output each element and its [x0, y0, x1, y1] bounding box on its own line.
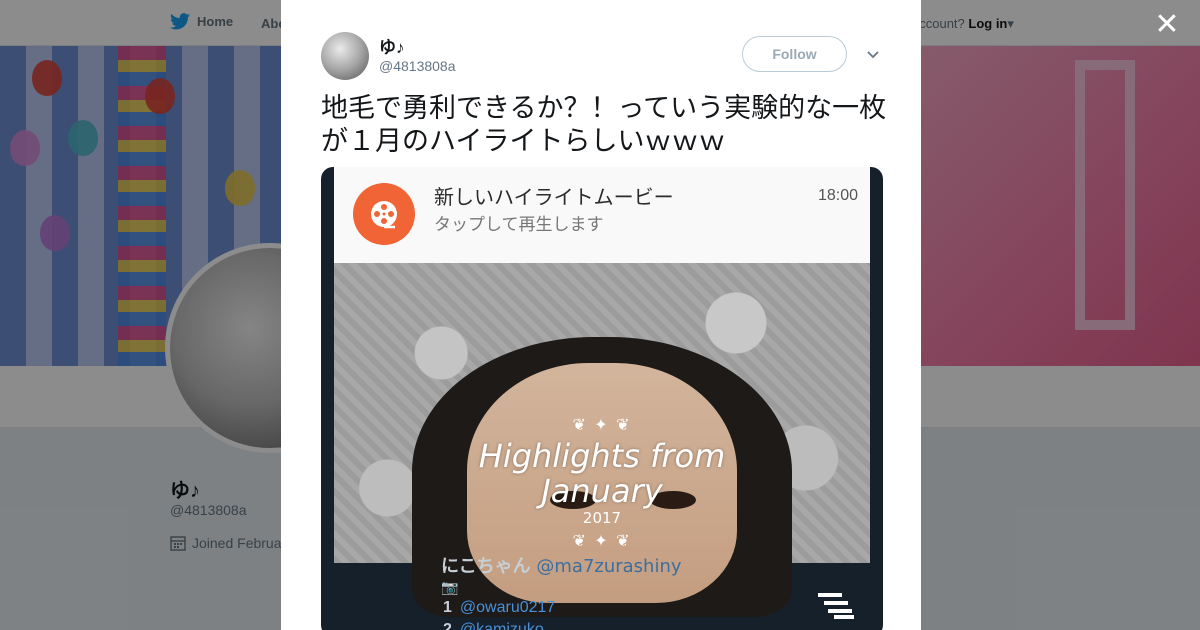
notification-time: 18:00	[818, 187, 859, 204]
ornament-top-icon: ❦ ✦ ❦	[572, 417, 632, 434]
list-handle: @owaru0217	[459, 599, 556, 616]
notification-card: 新しいハイライトムービー タップして再生します 18:00	[334, 167, 870, 263]
ornament-bottom-icon: ❦ ✦ ❦	[572, 533, 632, 550]
film-reel-icon	[353, 183, 415, 245]
notification-subtitle: タップして再生します	[434, 215, 604, 235]
tweet-author-handle[interactable]: @4813808a	[379, 58, 456, 74]
tweet-text: 地毛で勇利できるか？！っていう実験的な一枚が１月のハイライトらしいｗｗｗ	[321, 93, 887, 157]
below-user-handle: @ma7zurashiny	[536, 556, 682, 577]
menu-lines-icon	[818, 593, 854, 619]
highlight-title-line1: Highlights from	[478, 437, 726, 475]
below-user-display-name: にこちゃん	[441, 556, 531, 577]
highlight-title-line2: January	[541, 472, 663, 510]
list-handle: @kamizuko	[459, 621, 544, 630]
tweet-author-avatar[interactable]	[321, 32, 369, 80]
tweet-author-name[interactable]: ゆ♪	[379, 33, 405, 58]
highlight-year: 2017	[582, 509, 622, 527]
camera-icon: 📷	[441, 579, 459, 595]
close-icon[interactable]: ✕	[1152, 10, 1182, 40]
chevron-down-icon[interactable]	[863, 44, 883, 64]
list-item: 1 @owaru0217	[443, 599, 555, 617]
follow-button[interactable]: Follow	[742, 36, 847, 72]
list-rank: 2	[443, 621, 452, 630]
notification-title: 新しいハイライトムービー	[434, 185, 674, 209]
highlight-photo: ❦ ✦ ❦ Highlights from January 2017 ❦ ✦ ❦	[334, 263, 870, 617]
list-item: 2 @kamizuko	[443, 621, 544, 630]
tweet-media-image[interactable]: 新しいハイライトムービー タップして再生します 18:00 ❦ ✦ ❦ High…	[321, 167, 883, 630]
below-user-name: にこちゃん @ma7zurashiny	[441, 552, 682, 578]
tweet-modal: ゆ♪ @4813808a Follow 地毛で勇利できるか？！っていう実験的な一…	[281, 0, 921, 630]
list-rank: 1	[443, 599, 452, 616]
